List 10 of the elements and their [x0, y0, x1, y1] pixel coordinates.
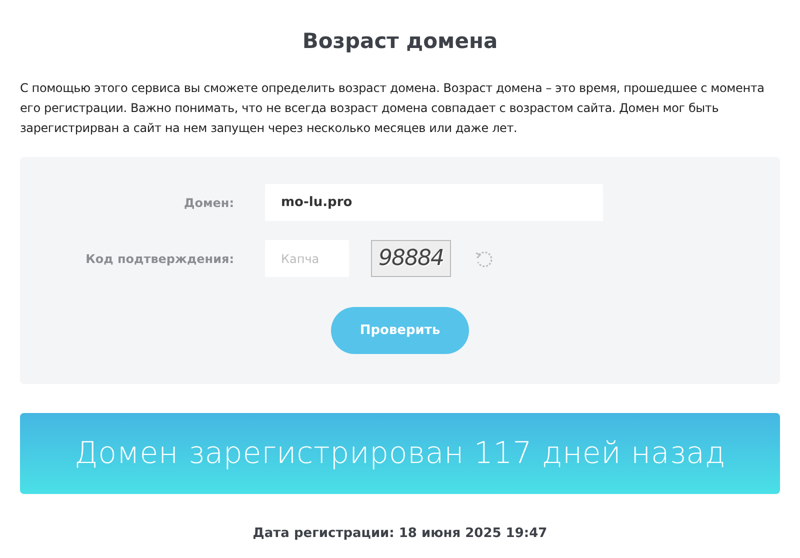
field-label: Домен: [183, 194, 234, 212]
page-title: Возраст домена [301, 28, 499, 55]
result-headline: Домен зарегистрирован 117 дней назад [74, 435, 726, 473]
description-paragraph: С помощью этого сервиса вы сможете определить возраст домена. Возраст домена – это время, прошедшее с момента его регистрации. Важно понимать, что не всегда возраст домена совпадает с возрастом сайта. Домен мог быть зарегистрирван а сайт на нем запущен через несколько месяцев или даже лет. [20, 80, 766, 137]
registration-date: Дата регистрации: 18 июня 2025 19:47 [252, 525, 548, 543]
captcha-image: 98884 [371, 240, 451, 277]
domain-field[interactable]: mo-lu.pro [265, 184, 603, 221]
refresh-icon[interactable] [474, 248, 494, 268]
captcha-field[interactable]: Капча [265, 240, 349, 277]
field-label: Код подтверждения: [84, 250, 234, 268]
